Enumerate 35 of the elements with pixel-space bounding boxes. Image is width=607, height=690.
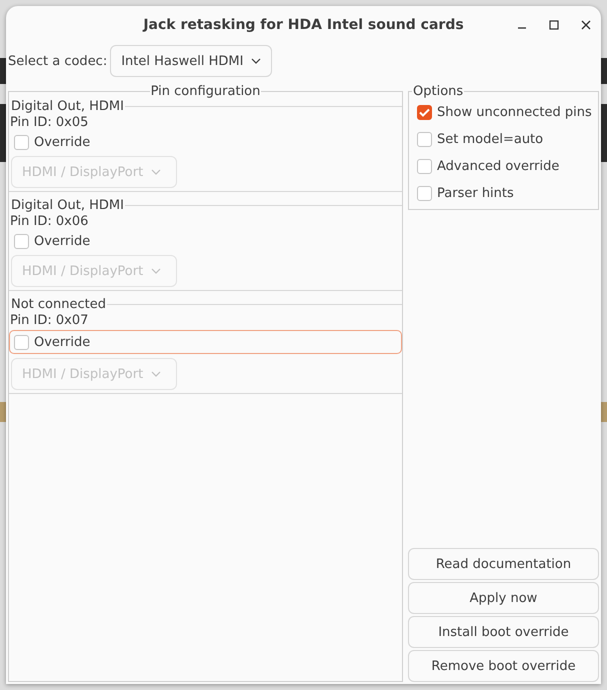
override-checkbox[interactable]: Override bbox=[9, 132, 96, 152]
chevron-down-icon bbox=[151, 268, 162, 274]
checkbox[interactable] bbox=[417, 186, 432, 200]
override-checkbox[interactable]: Override bbox=[9, 231, 96, 251]
option-checkbox[interactable]: Parser hints bbox=[412, 183, 598, 203]
pin-name: Not connected bbox=[10, 297, 107, 312]
pin-id: Pin ID: 0x05 bbox=[10, 115, 88, 130]
pin-id: Pin ID: 0x07 bbox=[10, 313, 88, 328]
chevron-down-icon bbox=[251, 58, 262, 64]
action-button[interactable]: Apply now bbox=[408, 582, 599, 614]
checkbox[interactable] bbox=[14, 134, 29, 150]
frame-title: Options bbox=[412, 84, 464, 99]
action-button[interactable]: Remove boot override bbox=[408, 650, 599, 682]
chevron-down-icon bbox=[151, 371, 162, 377]
action-button[interactable]: Read documentation bbox=[408, 548, 599, 580]
chevron-down-icon bbox=[151, 169, 162, 175]
option-checkbox[interactable]: Set model=auto bbox=[412, 129, 598, 149]
pin-name: Digital Out, HDMI bbox=[10, 198, 125, 213]
close-icon[interactable] bbox=[581, 20, 591, 30]
checkbox[interactable] bbox=[417, 132, 432, 146]
checkbox[interactable] bbox=[417, 104, 432, 120]
codec-label: Select a codec: bbox=[8, 54, 108, 68]
override-checkbox[interactable]: Override bbox=[9, 330, 402, 354]
pin-name: Digital Out, HDMI bbox=[10, 99, 125, 114]
codec-dropdown[interactable]: Intel Haswell HDMI bbox=[110, 45, 272, 77]
maximize-icon[interactable] bbox=[549, 20, 559, 30]
checkbox[interactable] bbox=[417, 158, 432, 174]
checkbox[interactable] bbox=[14, 234, 29, 248]
pin-id: Pin ID: 0x06 bbox=[10, 214, 88, 229]
action-button[interactable]: Install boot override bbox=[408, 616, 599, 648]
frame-title: Pin configuration bbox=[150, 84, 262, 99]
option-checkbox[interactable]: Show unconnected pins bbox=[412, 102, 598, 122]
option-checkbox[interactable]: Advanced override bbox=[412, 156, 598, 176]
checkbox[interactable] bbox=[14, 334, 29, 350]
window-title: Jack retasking for HDA Intel sound cards bbox=[143, 17, 464, 33]
